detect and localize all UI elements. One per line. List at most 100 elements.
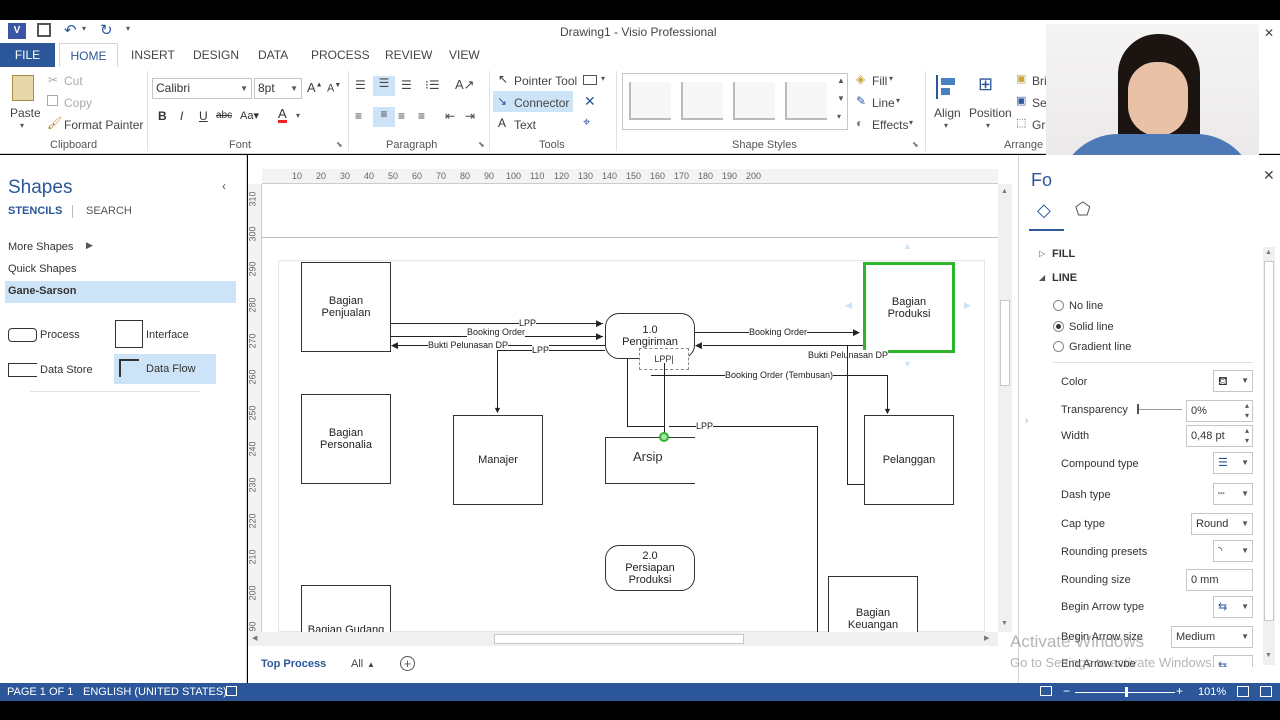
italic-icon[interactable]: I — [180, 109, 183, 123]
transparency-input[interactable]: 0% ▴ ▾ — [1186, 400, 1253, 422]
presentation-mode-icon[interactable] — [1040, 686, 1052, 696]
text-tool-button[interactable]: Text — [514, 118, 536, 132]
begin-arrow-type-select[interactable]: ⇆ ▼ — [1213, 596, 1253, 618]
horizontal-scrollbar[interactable]: ◀ ▶ — [248, 632, 998, 646]
gallery-scroll-down-icon[interactable]: ▼ — [837, 94, 845, 103]
fit-page-icon[interactable] — [1237, 686, 1249, 697]
decrease-indent-icon[interactable]: ⇤ — [445, 109, 455, 123]
tab-file[interactable]: FILE — [0, 43, 55, 67]
external-entity-bagian-penjualan[interactable]: Bagian Penjualan — [301, 262, 391, 352]
justify-icon[interactable]: ≡ — [418, 109, 425, 123]
paste-icon[interactable] — [12, 75, 34, 101]
align-left-icon[interactable]: ≡ — [355, 109, 362, 123]
add-page-icon[interactable]: + — [400, 656, 415, 671]
flow-line[interactable] — [669, 426, 818, 427]
fill-section-chevron-icon[interactable]: ▷ — [1039, 249, 1045, 258]
save-icon[interactable] — [37, 23, 51, 37]
bring-forward-button[interactable]: Bri — [1032, 74, 1047, 88]
font-color-icon[interactable]: A — [278, 107, 287, 123]
gane-sarson-stencil[interactable]: Gane-Sarson — [5, 281, 236, 303]
stencil-data-flow[interactable]: Data Flow — [114, 354, 216, 384]
fill-section-header[interactable]: FILL — [1052, 248, 1075, 260]
flow-line[interactable] — [627, 426, 665, 427]
language-status[interactable]: ENGLISH (UNITED STATES) — [83, 686, 227, 698]
external-entity-bagian-gudang[interactable]: Bagian Gudang — [301, 585, 391, 632]
gradient-line-radio[interactable] — [1053, 341, 1064, 352]
position-dropdown-icon[interactable]: ▾ — [986, 121, 990, 130]
position-button[interactable]: Position — [969, 106, 1012, 120]
more-shapes-item[interactable]: More Shapes — [8, 241, 73, 253]
align-middle-icon[interactable]: ☰ — [373, 76, 395, 96]
format-panel-scrollbar[interactable]: ▲ ▼ — [1263, 247, 1275, 665]
gallery-more-icon[interactable]: ▾ — [837, 112, 841, 121]
tab-design[interactable]: DESIGN — [193, 48, 239, 62]
no-line-radio[interactable] — [1053, 300, 1064, 311]
effects-button[interactable]: Effects — [872, 118, 908, 132]
external-entity-bagian-produksi[interactable]: Bagian Produksi — [863, 262, 955, 353]
font-color-dropdown-icon[interactable]: ▾ — [296, 111, 300, 120]
scroll-up-icon[interactable]: ▲ — [1265, 249, 1272, 256]
grow-font-icon[interactable]: A▲ — [307, 80, 323, 95]
selection-handle-icon[interactable]: ▶ — [964, 300, 971, 311]
shrink-font-icon[interactable]: A▼ — [327, 82, 341, 95]
zoom-slider[interactable] — [1075, 687, 1175, 697]
external-entity-pelanggan[interactable]: Pelanggan — [864, 415, 954, 505]
tab-data[interactable]: DATA — [258, 48, 288, 62]
style-swatch[interactable] — [629, 82, 671, 120]
tab-home[interactable]: HOME — [59, 43, 118, 68]
flow-line[interactable] — [887, 375, 888, 409]
effects-dropdown-icon[interactable]: ▾ — [909, 118, 913, 127]
flow-line[interactable] — [664, 363, 665, 437]
switch-windows-icon[interactable] — [1260, 686, 1272, 697]
rounding-presets-select[interactable]: ◝ ▼ — [1213, 540, 1253, 562]
dialog-launcher-icon[interactable]: ⬊ — [478, 140, 485, 149]
external-entity-manajer[interactable]: Manajer — [453, 415, 543, 505]
all-pages-dropdown-icon[interactable]: ▲ — [367, 660, 375, 669]
close-panel-icon[interactable]: ✕ — [1263, 167, 1275, 184]
font-size-select[interactable]: 8pt ▼ — [254, 78, 302, 99]
page-tab-top-process[interactable]: Top Process — [261, 658, 326, 670]
group-button[interactable]: Gr — [1032, 118, 1045, 132]
cut-button[interactable]: Cut — [64, 74, 83, 88]
page-number-status[interactable]: PAGE 1 OF 1 — [7, 686, 73, 698]
zoom-level[interactable]: 101% — [1198, 686, 1226, 698]
align-bottom-icon[interactable]: ☰ — [401, 78, 412, 92]
tab-process[interactable]: PROCESS — [311, 48, 370, 62]
search-tab[interactable]: SEARCH — [86, 205, 132, 217]
line-section-header[interactable]: LINE — [1052, 272, 1077, 284]
line-section-chevron-icon[interactable]: ◢ — [1039, 273, 1045, 282]
dialog-launcher-icon[interactable]: ⬊ — [336, 140, 343, 149]
flow-line[interactable] — [847, 484, 864, 485]
increase-indent-icon[interactable]: ⇥ — [465, 109, 475, 123]
paste-button[interactable]: Paste — [10, 106, 41, 120]
rounding-size-input[interactable]: 0 mm — [1186, 569, 1253, 591]
flow-line[interactable] — [817, 426, 818, 632]
stencil-data-store[interactable]: Data Store — [6, 360, 106, 382]
selection-handle-icon[interactable]: ▲ — [903, 241, 912, 251]
transparency-slider[interactable] — [1137, 404, 1182, 414]
page-tab-all[interactable]: All — [351, 658, 363, 670]
style-swatch[interactable] — [681, 82, 723, 120]
flow-line[interactable] — [497, 350, 605, 351]
line-button[interactable]: Line — [872, 96, 895, 110]
change-case-icon[interactable]: Aa▾ — [240, 109, 259, 122]
collapse-panel-icon[interactable]: ‹ — [222, 179, 226, 193]
align-center-icon[interactable]: ≡ — [373, 107, 395, 127]
stencil-interface[interactable]: Interface — [114, 320, 214, 350]
cap-type-select[interactable]: Round ▼ — [1191, 513, 1253, 535]
connection-point-icon[interactable]: ⌖ — [583, 114, 590, 130]
compound-type-select[interactable]: ☰ ▼ — [1213, 452, 1253, 474]
rectangle-tool-icon[interactable] — [583, 75, 597, 85]
align-right-icon[interactable]: ≡ — [398, 109, 405, 123]
text-direction-icon[interactable]: A↗ — [455, 77, 475, 93]
fill-dropdown-icon[interactable]: ▾ — [889, 74, 893, 83]
pointer-tool-button[interactable]: Pointer Tool — [514, 74, 577, 88]
copy-button[interactable]: Copy — [64, 96, 92, 110]
gallery-scroll-up-icon[interactable]: ▲ — [837, 76, 845, 85]
undo-icon[interactable]: ↶ — [64, 21, 77, 39]
flow-line[interactable] — [847, 345, 848, 485]
scroll-thumb[interactable] — [494, 634, 744, 644]
width-input[interactable]: 0,48 pt ▴ ▾ — [1186, 425, 1253, 447]
align-top-icon[interactable]: ☰ — [355, 78, 366, 92]
scroll-thumb[interactable] — [1000, 300, 1010, 386]
